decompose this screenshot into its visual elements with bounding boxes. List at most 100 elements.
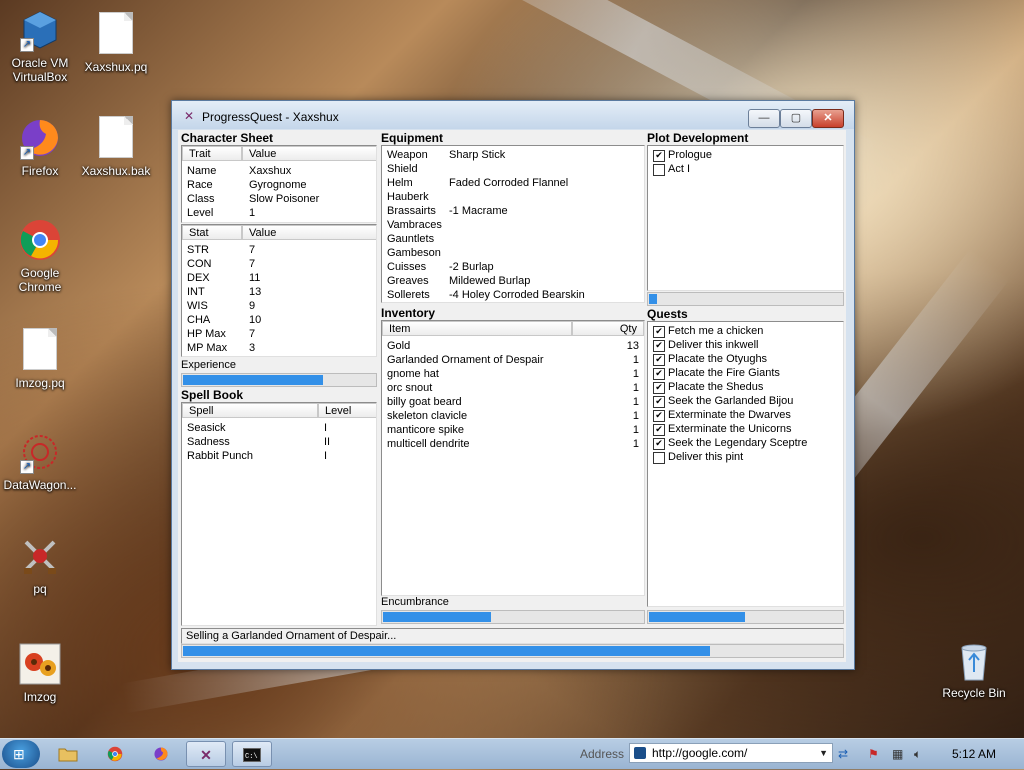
title-bar[interactable]: ✕ ProgressQuest - Xaxshux — ▢ ✕ xyxy=(172,101,854,129)
desktop-icon-recycle-bin[interactable]: Recycle Bin xyxy=(934,638,1014,700)
inventory-row[interactable]: gnome hat 1 xyxy=(387,367,639,381)
qty-column-header[interactable]: Qty xyxy=(572,321,644,336)
quest[interactable]: ✔ Exterminate the Unicorns xyxy=(650,422,840,436)
trait-row[interactable]: Race Gyrognome xyxy=(187,178,372,192)
equipment-row[interactable]: Sollerets -4 Holey Corroded Bearskin xyxy=(387,288,585,302)
desktop-icon-datawagon[interactable]: ↗ DataWagon... xyxy=(0,430,80,492)
equipment-row[interactable]: Hauberk xyxy=(387,190,572,204)
action-center-icon[interactable]: ⚑ xyxy=(868,747,879,761)
minimize-button[interactable]: — xyxy=(748,109,780,128)
start-button[interactable]: ⊞ xyxy=(2,740,40,768)
quest[interactable]: ✔ Placate the Otyughs xyxy=(650,352,840,366)
volume-icon[interactable]: 🔈︎ xyxy=(914,747,921,762)
plot-act[interactable]: ✔ Prologue xyxy=(650,148,840,162)
inventory-row[interactable]: multicell dendrite 1 xyxy=(387,437,639,451)
desktop-icon-imzog-pq[interactable]: Imzog.pq xyxy=(0,326,80,390)
checkbox[interactable]: ✔ xyxy=(653,382,665,394)
inventory-row[interactable]: billy goat beard 1 xyxy=(387,395,639,409)
stats-list[interactable]: Stat Value STR 7 CON 7 DEX 11 INT 13 WIS 9 CHA 10 HP… xyxy=(181,224,377,357)
plot-list[interactable]: ✔ Prologue Act I xyxy=(647,145,844,291)
value-column-header[interactable]: Value xyxy=(242,146,376,161)
level-column-header[interactable]: Level xyxy=(318,403,376,418)
stat-row[interactable]: MP Max 3 xyxy=(187,341,372,355)
trait-row[interactable]: Class Slow Poisoner xyxy=(187,192,372,206)
checkbox[interactable]: ✔ xyxy=(653,410,665,422)
desktop-icon-xaxshux-bak[interactable]: Xaxshux.bak xyxy=(76,114,156,178)
network-icon[interactable]: ▦ xyxy=(892,747,903,761)
checkbox[interactable]: ✔ xyxy=(653,438,665,450)
equipment-row[interactable]: Gauntlets xyxy=(387,232,572,246)
taskbar-explorer[interactable] xyxy=(48,741,88,767)
equipment-row[interactable]: Gambeson xyxy=(387,246,572,260)
taskbar-progressquest[interactable]: ✕ xyxy=(186,741,226,767)
close-button[interactable]: ✕ xyxy=(812,109,844,128)
equipment-row[interactable]: Brassairts -1 Macrame xyxy=(387,204,572,218)
spell-row[interactable]: Seasick I xyxy=(187,421,372,435)
item-column-header[interactable]: Item xyxy=(382,321,572,336)
stat-row[interactable]: HP Max 7 xyxy=(187,327,372,341)
equipment-row[interactable]: Helm Faded Corroded Flannel xyxy=(387,176,572,190)
desktop-icon-imzog[interactable]: Imzog xyxy=(0,642,80,704)
taskbar-firefox[interactable] xyxy=(141,741,181,767)
inventory-row[interactable]: orc snout 1 xyxy=(387,381,639,395)
taskbar-cmd[interactable]: C:\ xyxy=(232,741,272,767)
spell-list[interactable]: Spell Level Seasick I Sadness II Rabbit Punc… xyxy=(181,402,377,626)
equipment-row[interactable]: Shield xyxy=(387,162,572,176)
equipment-row[interactable]: Weapon Sharp Stick xyxy=(387,148,572,162)
checkbox[interactable]: ✔ xyxy=(653,368,665,380)
quest[interactable]: ✔ Deliver this inkwell xyxy=(650,338,840,352)
checkbox[interactable]: ✔ xyxy=(653,396,665,408)
equipment-row[interactable]: Vambraces xyxy=(387,218,572,232)
equipment-list[interactable]: Weapon Sharp Stick Shield Helm Faded Corrode… xyxy=(381,145,645,303)
spell-row[interactable]: Sadness II xyxy=(187,435,372,449)
go-refresh-icon[interactable]: ⇄ xyxy=(838,747,848,761)
inventory-list[interactable]: Item Qty Gold 13 Garlanded Ornament of Des… xyxy=(381,320,645,596)
checkbox[interactable] xyxy=(653,452,665,464)
desktop-icon-virtualbox[interactable]: ↗ Oracle VM VirtualBox xyxy=(0,8,80,84)
stat-row[interactable]: CON 7 xyxy=(187,257,372,271)
desktop-icon-pq[interactable]: pq xyxy=(0,534,80,596)
quest[interactable]: Deliver this pint xyxy=(650,450,840,464)
inventory-row[interactable]: Garlanded Ornament of Despair 1 xyxy=(387,353,639,367)
traits-list[interactable]: Trait Value Name Xaxshux Race Gyrognome Clas… xyxy=(181,145,377,223)
inventory-row[interactable]: skeleton clavicle 1 xyxy=(387,409,639,423)
checkbox[interactable]: ✔ xyxy=(653,326,665,338)
stat-row[interactable]: CHA 10 xyxy=(187,313,372,327)
equipment-row[interactable]: Cuisses -2 Burlap xyxy=(387,260,572,274)
equipment-row[interactable]: Greaves Mildewed Burlap xyxy=(387,274,572,288)
inventory-row[interactable]: manticore spike 1 xyxy=(387,423,639,437)
quest-list[interactable]: ✔ Fetch me a chicken ✔ Deliver this inkwell… xyxy=(647,321,844,607)
chevron-down-icon[interactable]: ▼ xyxy=(819,744,828,762)
spell-column-header[interactable]: Spell xyxy=(182,403,318,418)
checkbox[interactable]: ✔ xyxy=(653,150,665,162)
quest[interactable]: ✔ Fetch me a chicken xyxy=(650,324,840,338)
desktop-icon-chrome[interactable]: Google Chrome xyxy=(0,218,80,294)
stat-row[interactable]: WIS 9 xyxy=(187,299,372,313)
plot-act[interactable]: Act I xyxy=(650,162,840,176)
quest[interactable]: ✔ Seek the Legendary Sceptre xyxy=(650,436,840,450)
stat-row[interactable]: DEX 11 xyxy=(187,271,372,285)
stat-column-header[interactable]: Stat xyxy=(182,225,242,240)
quest[interactable]: ✔ Placate the Shedus xyxy=(650,380,840,394)
taskbar-chrome[interactable] xyxy=(95,741,135,767)
spell-row[interactable]: Rabbit Punch I xyxy=(187,449,372,463)
quest[interactable]: ✔ Seek the Garlanded Bijou xyxy=(650,394,840,408)
maximize-button[interactable]: ▢ xyxy=(780,109,812,128)
inventory-row[interactable]: Gold 13 xyxy=(387,339,639,353)
taskbar-clock[interactable]: 5:12 AM xyxy=(952,747,996,761)
address-input[interactable]: http://google.com/ ▼ xyxy=(629,743,833,763)
quest[interactable]: ✔ Placate the Fire Giants xyxy=(650,366,840,380)
quest[interactable]: ✔ Exterminate the Dwarves xyxy=(650,408,840,422)
trait-row[interactable]: Level 1 xyxy=(187,206,372,220)
checkbox[interactable]: ✔ xyxy=(653,354,665,366)
desktop-icon-xaxshux-pq[interactable]: Xaxshux.pq xyxy=(76,10,156,74)
checkbox[interactable]: ✔ xyxy=(653,424,665,436)
checkbox[interactable]: ✔ xyxy=(653,340,665,352)
checkbox[interactable] xyxy=(653,164,665,176)
stat-row[interactable]: INT 13 xyxy=(187,285,372,299)
desktop-icon-firefox[interactable]: ↗ Firefox xyxy=(0,116,80,178)
trait-column-header[interactable]: Trait xyxy=(182,146,242,161)
trait-row[interactable]: Name Xaxshux xyxy=(187,164,372,178)
stat-row[interactable]: STR 7 xyxy=(187,243,372,257)
stat-value-column-header[interactable]: Value xyxy=(242,225,376,240)
